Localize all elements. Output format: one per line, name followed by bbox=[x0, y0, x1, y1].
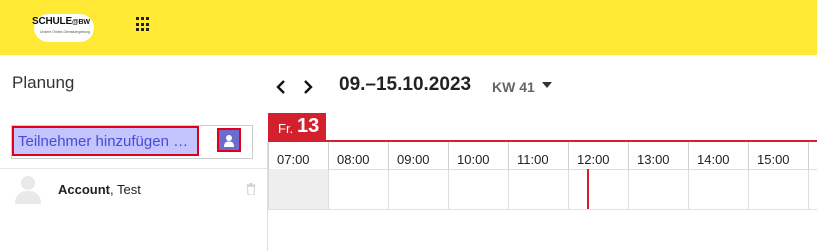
add-user-icon bbox=[224, 134, 234, 147]
apps-grid-icon[interactable] bbox=[136, 17, 151, 32]
hour-label: 08:00 bbox=[328, 142, 388, 169]
day-number: 13 bbox=[297, 115, 320, 137]
avatar-icon bbox=[15, 176, 41, 204]
hour-label: 15:00 bbox=[748, 142, 808, 169]
hour-label: 11:00 bbox=[508, 142, 568, 169]
time-slot[interactable] bbox=[688, 169, 748, 209]
hour-label: 07:00 bbox=[268, 142, 328, 169]
hour-label: 10:00 bbox=[448, 142, 508, 169]
member-timeline-row bbox=[268, 169, 817, 210]
logo-tagline: Unsere Online-Dienstumgebung bbox=[40, 30, 90, 34]
member-name: Account, Test bbox=[58, 182, 141, 197]
week-number-dropdown[interactable]: KW 41 bbox=[492, 79, 535, 95]
top-bar: SCHULE@BW Unsere Online-Dienstumgebung bbox=[0, 0, 817, 55]
time-slot[interactable] bbox=[448, 169, 508, 209]
logo-wordmark: SCHULE@BW bbox=[32, 16, 90, 27]
trash-icon[interactable] bbox=[246, 183, 256, 195]
hour-label: 13:00 bbox=[628, 142, 688, 169]
hour-label: 09:00 bbox=[388, 142, 448, 169]
hour-label: 14:00 bbox=[688, 142, 748, 169]
participant-search-input[interactable] bbox=[12, 126, 199, 156]
time-slot[interactable] bbox=[628, 169, 688, 209]
hour-header-row: 07:00 08:00 09:00 10:00 11:00 12:00 13:0… bbox=[268, 142, 817, 170]
schule-bw-logo[interactable]: SCHULE@BW Unsere Online-Dienstumgebung bbox=[28, 10, 98, 44]
time-slot[interactable] bbox=[328, 169, 388, 209]
time-slot[interactable] bbox=[808, 169, 817, 209]
time-slot[interactable] bbox=[388, 169, 448, 209]
caret-down-icon[interactable] bbox=[542, 82, 552, 88]
time-slot[interactable] bbox=[268, 169, 328, 209]
current-time-indicator bbox=[587, 169, 589, 209]
chevron-right-icon[interactable] bbox=[301, 77, 315, 97]
hour-label bbox=[808, 142, 817, 169]
hour-label: 12:00 bbox=[568, 142, 628, 169]
time-slot[interactable] bbox=[508, 169, 568, 209]
time-slot[interactable] bbox=[568, 169, 628, 209]
day-badge[interactable]: Fr. 13 bbox=[268, 113, 326, 140]
day-abbr: Fr. bbox=[278, 121, 294, 136]
add-participant-button[interactable] bbox=[217, 128, 241, 152]
time-slot[interactable] bbox=[748, 169, 808, 209]
chevron-left-icon[interactable] bbox=[274, 77, 288, 97]
week-range: 09.–15.10.2023 bbox=[339, 74, 472, 95]
page-title: Planung bbox=[12, 73, 75, 92]
sidebar-row-divider bbox=[0, 168, 268, 169]
